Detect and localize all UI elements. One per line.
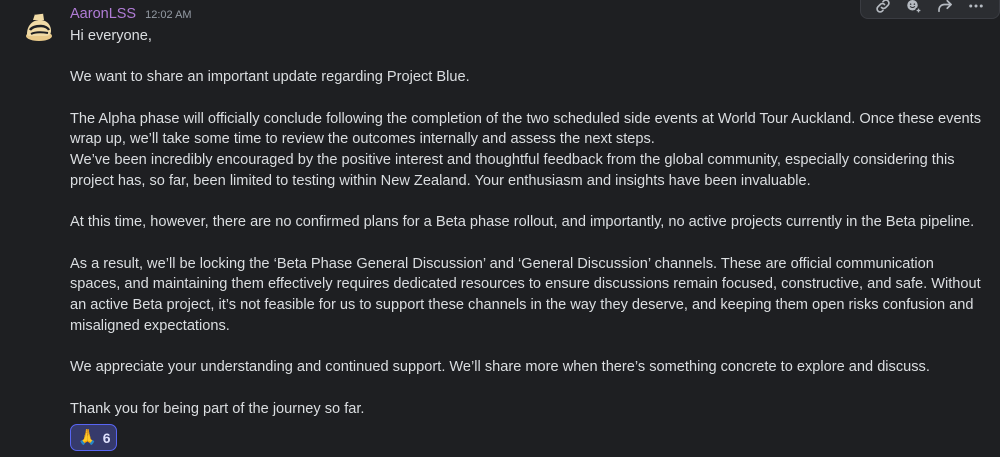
message-paragraph: Thank you for being part of the journey …	[70, 400, 365, 417]
reaction-count: 6	[102, 429, 111, 446]
chat-message: AaronLSS 12:02 AM Hi everyone, We want to…	[0, 0, 1000, 457]
message-toolbar	[860, 0, 1000, 19]
timestamp[interactable]: 12:02 AM	[145, 9, 191, 21]
reply-icon[interactable]	[931, 0, 958, 18]
message-body: Hi everyone, We want to share an importan…	[70, 26, 984, 419]
message-paragraph: Hi everyone,	[70, 28, 152, 44]
add-reaction-icon[interactable]	[900, 0, 927, 18]
message-paragraph: As a result, we’ll be locking the ‘Beta …	[70, 255, 981, 334]
message-paragraph: The Alpha phase will officially conclude…	[70, 110, 982, 148]
message-paragraph: We appreciate your understanding and con…	[70, 359, 930, 376]
username[interactable]: AaronLSS	[70, 6, 136, 22]
avatar[interactable]	[22, 10, 56, 44]
more-options-icon[interactable]	[962, 0, 989, 18]
golden-helmet-logo-icon	[26, 12, 52, 41]
praying-hands-emoji: 🙏	[78, 429, 97, 447]
message-paragraph: We want to share an important update reg…	[70, 69, 470, 86]
message-paragraph: We’ve been incredibly encouraged by the …	[70, 152, 955, 189]
link-icon[interactable]	[869, 0, 896, 18]
message-paragraph: At this time, however, there are no conf…	[70, 214, 975, 231]
reaction-pill[interactable]: 🙏 6	[70, 424, 118, 452]
